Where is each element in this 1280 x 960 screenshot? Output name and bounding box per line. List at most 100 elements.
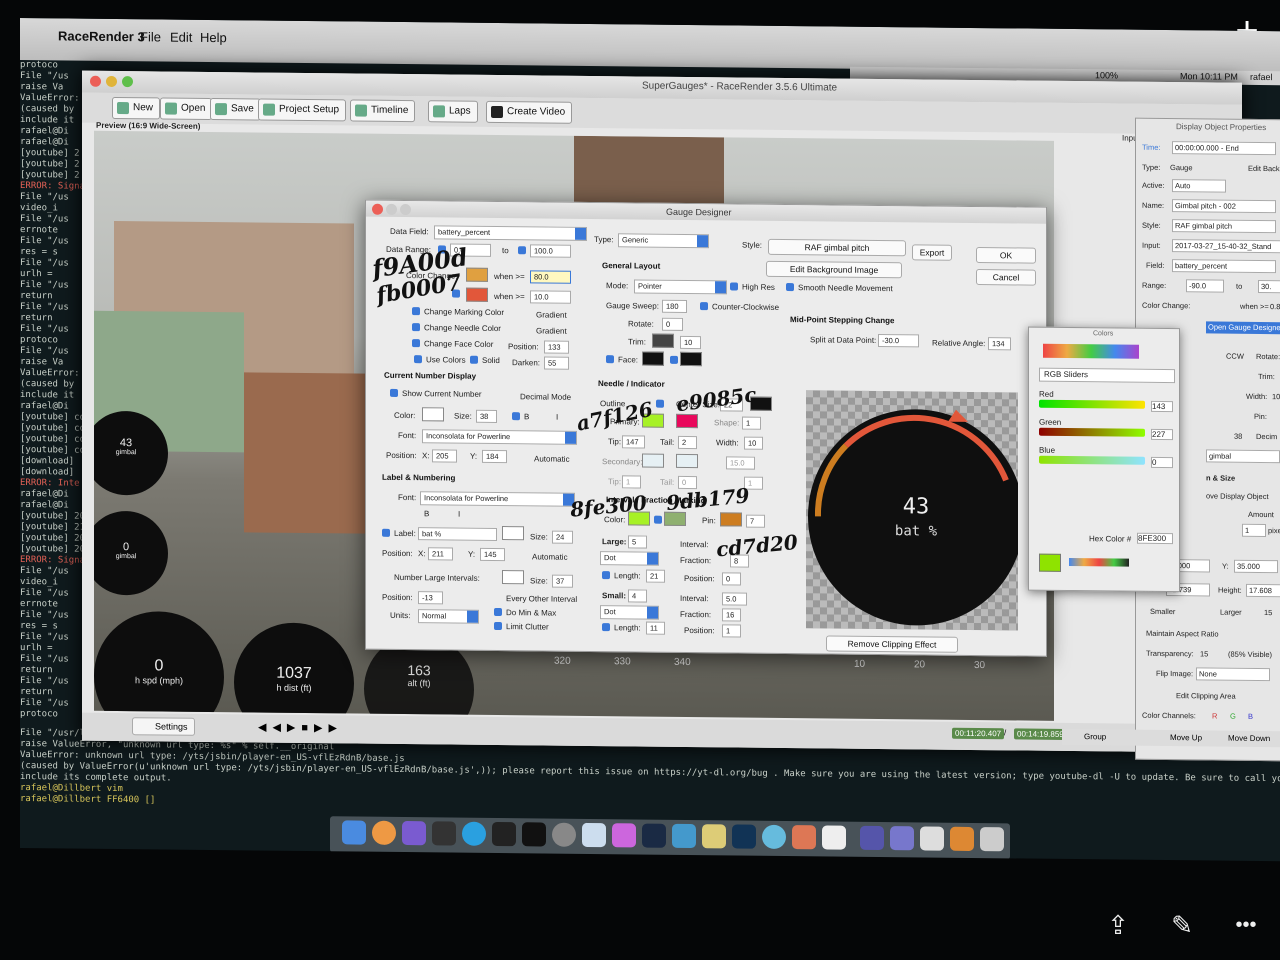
shape-field[interactable]: 1	[742, 416, 761, 430]
style-field[interactable]: RAF gimbal pitch	[1172, 219, 1276, 234]
high-res-checkbox[interactable]	[730, 282, 738, 291]
label-size-field[interactable]: 24	[552, 530, 573, 544]
finder-icon[interactable]	[342, 820, 366, 845]
project-setup-button[interactable]: Project Setup	[258, 98, 347, 122]
app-icon[interactable]	[612, 823, 636, 848]
face-color-swatch-2[interactable]	[680, 351, 702, 367]
edit-clipping-button[interactable]: Edit Clipping Area	[1176, 691, 1236, 701]
channel-b[interactable]: B	[1248, 712, 1253, 721]
timeline-button[interactable]: Timeline	[350, 99, 416, 123]
app-icon[interactable]	[950, 826, 974, 851]
ccw-checkbox[interactable]	[700, 302, 708, 311]
laps-button[interactable]: Laps	[428, 100, 478, 123]
close-window-icon[interactable]	[90, 75, 101, 87]
range-max-checkbox[interactable]	[518, 246, 526, 255]
cancel-button[interactable]: Cancel	[976, 269, 1036, 286]
change-marking-checkbox[interactable]	[412, 307, 420, 316]
rotate-field[interactable]: 0	[662, 317, 683, 331]
tip-field[interactable]: 147	[622, 435, 645, 449]
hex-field[interactable]: 8FE300	[1137, 532, 1173, 545]
larger-button[interactable]: Larger	[1220, 608, 1242, 617]
settings-button[interactable]: Settings	[132, 717, 195, 736]
range-min-field[interactable]: -90.0	[1186, 279, 1224, 293]
do-min-max-checkbox[interactable]	[494, 607, 502, 617]
length-checkbox[interactable]	[602, 571, 610, 580]
show-current-checkbox[interactable]	[390, 388, 398, 397]
active-select[interactable]: Auto	[1172, 179, 1226, 193]
y-field[interactable]: 184	[482, 449, 507, 464]
tail-field[interactable]: 2	[678, 435, 697, 450]
split-at-field[interactable]: -30.0	[878, 333, 919, 348]
document-icon[interactable]	[860, 825, 884, 851]
save-button[interactable]: Save	[210, 97, 261, 121]
number-position-field-2[interactable]: -13	[418, 591, 443, 605]
red-value[interactable]: 143	[1151, 400, 1173, 413]
use-colors-checkbox[interactable]	[414, 355, 422, 364]
units-select[interactable]: Normal	[418, 609, 479, 624]
when-value-1-field[interactable]: 80.0	[530, 270, 571, 284]
smaller-button[interactable]: Smaller	[1150, 607, 1175, 616]
ok-button[interactable]: OK	[976, 247, 1036, 264]
number-color-swatch[interactable]	[422, 407, 444, 422]
chrome-icon[interactable]	[372, 820, 396, 845]
pin-field[interactable]: 7	[746, 514, 765, 528]
secondary-field[interactable]: 15.0	[726, 456, 755, 470]
gd-zoom-icon[interactable]	[400, 203, 411, 216]
menu-app-name[interactable]: RaceRender 3	[58, 28, 145, 44]
solid-checkbox[interactable]	[470, 355, 478, 364]
position-field[interactable]: 133	[544, 340, 569, 354]
open-button[interactable]: Open	[160, 97, 213, 121]
font-select[interactable]: Inconsolata for Powerline	[422, 429, 577, 445]
tip2-field[interactable]: 1	[622, 475, 641, 489]
type-select[interactable]: Generic	[618, 233, 709, 249]
range-max-field[interactable]: 30.	[1258, 279, 1280, 294]
gd-close-icon[interactable]	[372, 203, 383, 215]
field-select[interactable]: battery_percent	[1172, 259, 1276, 274]
amount-field[interactable]: 1	[1242, 523, 1266, 538]
name-field[interactable]: Gimbal pitch - 002	[1172, 199, 1276, 214]
trash-icon[interactable]	[980, 827, 1004, 852]
menu-help[interactable]: Help	[200, 30, 227, 45]
interval-field-2[interactable]: 5.0	[722, 592, 747, 606]
range-max-field[interactable]: 100.0	[530, 244, 571, 258]
pin-color-swatch[interactable]	[720, 512, 742, 527]
export-button[interactable]: Export	[912, 244, 952, 261]
color-mode-select[interactable]: RGB Sliders	[1039, 367, 1175, 384]
style-field[interactable]: RAF gimbal pitch	[768, 238, 906, 257]
terminal-icon[interactable]	[522, 822, 546, 847]
time-field[interactable]: 00:00:00.000 - End	[1172, 141, 1276, 156]
transport-controls[interactable]: ◀◀▶■▶▶	[258, 720, 368, 735]
channel-r[interactable]: R	[1212, 711, 1217, 720]
label-checkbox[interactable]	[382, 528, 390, 537]
app-icon[interactable]	[402, 821, 426, 846]
number-large-size-field[interactable]: 37	[552, 574, 573, 588]
group-button[interactable]: Group	[1084, 732, 1106, 741]
app-icon[interactable]	[672, 823, 696, 849]
tail2-field[interactable]: 0	[678, 475, 697, 490]
face-gradient-checkbox[interactable]	[670, 355, 678, 364]
app-icon[interactable]	[432, 821, 456, 846]
flip-select[interactable]: None	[1196, 667, 1270, 682]
secondary-color-swatch[interactable]	[642, 453, 664, 468]
when-value-2-field[interactable]: 10.0	[530, 290, 571, 304]
trim-color-swatch[interactable]	[652, 333, 674, 348]
green-slider[interactable]	[1039, 427, 1145, 437]
label-x-field[interactable]: 211	[428, 547, 453, 561]
label-color-swatch[interactable]	[502, 526, 524, 541]
move-up-button[interactable]: Move Up	[1170, 733, 1202, 742]
app-icon[interactable]	[762, 824, 786, 850]
bold-checkbox[interactable]	[512, 412, 520, 421]
move-down-button[interactable]: Move Down	[1228, 734, 1270, 743]
racerender-icon[interactable]	[822, 825, 846, 850]
app-icon[interactable]	[792, 825, 816, 850]
length-field-2[interactable]: 11	[646, 621, 665, 635]
color-change-swatch-2[interactable]	[466, 287, 488, 302]
gauge-sweep-field[interactable]: 180	[662, 299, 687, 313]
color-swatch-row[interactable]	[1069, 557, 1129, 567]
length-field[interactable]: 21	[646, 569, 665, 583]
blue-slider[interactable]	[1039, 455, 1145, 465]
zoom-window-icon[interactable]	[122, 76, 133, 88]
data-field-select[interactable]: battery_percent	[434, 225, 587, 241]
label-font-select[interactable]: Inconsolata for Powerline	[420, 491, 575, 507]
font-field[interactable]: gimbal	[1206, 449, 1280, 464]
